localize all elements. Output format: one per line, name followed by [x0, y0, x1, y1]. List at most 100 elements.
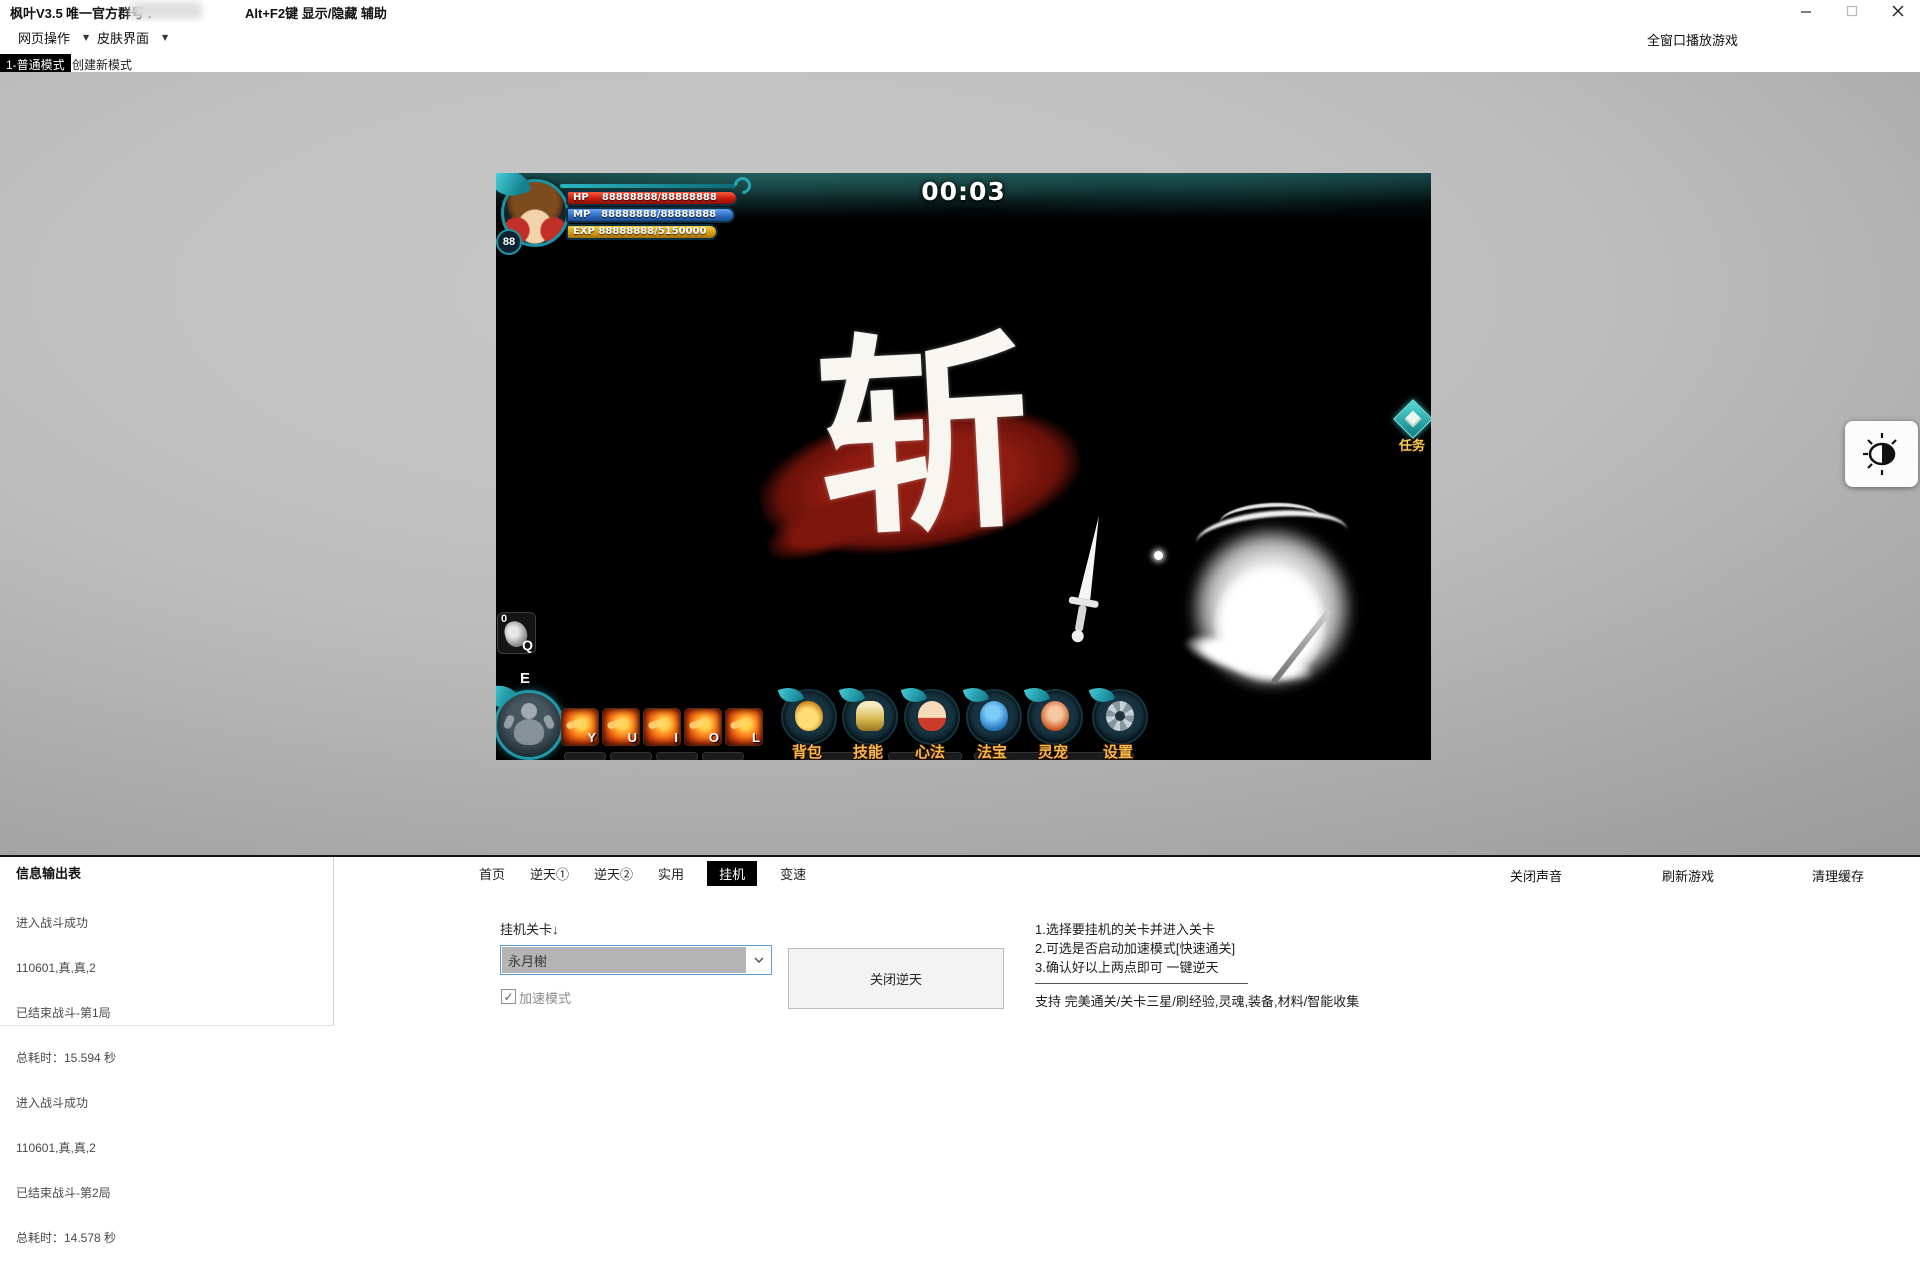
tab-utility[interactable]: 实用 — [656, 861, 686, 886]
skin-menu-button[interactable]: 皮肤界面 ▼ — [97, 28, 168, 47]
tab-speed[interactable]: 变速 — [778, 861, 808, 886]
bag-label: 背包 — [777, 741, 837, 760]
treasure-label: 法宝 — [962, 741, 1022, 760]
skillbook-icon — [856, 701, 884, 731]
mute-sound-button[interactable]: 关闭声音 — [1510, 866, 1562, 885]
minimize-icon — [1800, 5, 1812, 17]
treasure-gourd-icon — [980, 701, 1008, 731]
function-tab-bar: 首页 逆天① 逆天② 实用 挂机 变速 — [477, 861, 808, 885]
log-line: 进入战斗成功 — [16, 916, 116, 931]
bag-button[interactable] — [781, 689, 837, 745]
settings-label: 设置 — [1088, 741, 1148, 760]
brightness-widget[interactable] — [1845, 421, 1918, 487]
webpage-menu-label: 网页操作 — [18, 28, 70, 47]
player-level-badge: 88 — [496, 229, 522, 255]
log-title: 信息输出表 — [16, 863, 81, 882]
log-line: 总耗时：15.594 秒 — [16, 1051, 116, 1066]
close-icon — [1892, 5, 1904, 17]
log-lines: 进入战斗成功 110601,真,真,2 已结束战斗-第1局 总耗时：15.594… — [16, 886, 116, 1276]
slash-calligraphy-glyph: 斩 — [778, 318, 1069, 555]
exp-value: 88888888/5150000 — [595, 227, 710, 237]
stage-select-value: 永月榭 — [502, 947, 746, 973]
treasure-button[interactable] — [966, 689, 1022, 745]
skill-hotkey: O — [709, 730, 719, 745]
spark-dot — [1154, 551, 1163, 560]
titlebar: 枫叶V3.5 唯一官方群号 : Alt+F2键 显示/隐藏 辅助 — [0, 0, 1920, 22]
mode-tab-bar: 1-普通模式 创建新模式 — [0, 54, 1920, 72]
skill-button-4[interactable]: O — [684, 708, 722, 746]
hp-bar: HP 88888888/88888888 — [566, 190, 738, 206]
webpage-menu-button[interactable]: 网页操作 ▼ — [18, 28, 89, 47]
support-line: 支持 完美通关/关卡三星/刷经验,灵魂,装备,材料/智能收集 — [1035, 991, 1359, 1010]
menubar: 网页操作 ▼ 皮肤界面 ▼ 全窗口播放游戏 — [0, 22, 1920, 54]
close-button[interactable] — [1875, 0, 1920, 22]
game-viewport: 00:03 HP 88888888/88888888 MP 88888888/8… — [496, 173, 1431, 760]
speed-mode-label: 加速模式 — [519, 988, 571, 1007]
pet-ghost-body — [514, 719, 544, 745]
task-paper-icon — [1405, 411, 1422, 428]
pet-menu-button[interactable] — [1027, 689, 1083, 745]
stage-select[interactable]: 永月榭 — [500, 945, 772, 975]
skill-button-5[interactable]: L — [725, 708, 763, 746]
cooldown-strip — [610, 752, 652, 760]
hp-label: HP — [573, 193, 589, 203]
pet-label: 灵宠 — [1023, 741, 1083, 760]
instruction-line-2: 2.可选是否启动加速模式[快速通关] — [1035, 938, 1235, 957]
settings-button[interactable] — [1092, 689, 1148, 745]
skill-hotkey: U — [628, 730, 637, 745]
maximize-button[interactable] — [1829, 0, 1875, 22]
app-title: 枫叶V3.5 — [10, 3, 63, 22]
instruction-line-1: 1.选择要挂机的关卡并进入关卡 — [1035, 919, 1215, 938]
pet-summon-button[interactable] — [496, 690, 564, 760]
skill-button-1[interactable]: Y — [561, 708, 599, 746]
fullwindow-play-button[interactable]: 全窗口播放游戏 — [1647, 30, 1738, 49]
pet-hotkey: E — [520, 670, 530, 687]
skill-hotkey: I — [674, 730, 678, 745]
item-hotkey: Q — [522, 637, 533, 653]
heartlaw-button[interactable] — [904, 689, 960, 745]
item-count: 0 — [501, 613, 507, 625]
bottom-panel: 信息输出表 进入战斗成功 110601,真,真,2 已结束战斗-第1局 总耗时：… — [0, 855, 1920, 1042]
bag-icon — [795, 701, 823, 731]
tab-afk[interactable]: 挂机 — [707, 861, 757, 886]
pet-ghost-arm — [542, 714, 555, 730]
log-line: 110601,真,真,2 — [16, 961, 116, 976]
mp-bar: MP 88888888/88888888 — [566, 207, 735, 223]
pet-ghost-icon — [521, 703, 537, 719]
chevron-down-icon: ▼ — [83, 33, 89, 42]
gear-icon — [1106, 701, 1134, 731]
item-slot[interactable]: 0 Q — [497, 612, 536, 654]
skill-button-3[interactable]: I — [643, 708, 681, 746]
task-label: 任务 — [1394, 435, 1430, 454]
check-icon: ✓ — [503, 991, 513, 1003]
speed-mode-checkbox[interactable]: ✓ — [501, 989, 516, 1004]
hotkey-hint: Alt+F2键 显示/隐藏 辅助 — [245, 3, 387, 22]
cooldown-strip — [656, 752, 698, 760]
hp-value: 88888888/88888888 — [589, 193, 730, 203]
exp-label: EXP — [573, 227, 595, 237]
maximize-icon — [1846, 5, 1858, 17]
skill-hotkey: Y — [587, 730, 596, 745]
clear-cache-button[interactable]: 清理缓存 — [1812, 866, 1864, 885]
monkey-icon — [1041, 701, 1069, 731]
tab-nitian-2[interactable]: 逆天② — [592, 861, 635, 886]
tab-nitian-1[interactable]: 逆天① — [528, 861, 571, 886]
log-line: 已结束战斗-第1局 — [16, 1006, 116, 1021]
skills-menu-button[interactable] — [842, 689, 898, 745]
log-line: 已结束战斗-第2局 — [16, 1186, 116, 1201]
log-line: 进入战斗成功 — [16, 1096, 116, 1111]
cooldown-strip — [564, 752, 606, 760]
chevron-down-icon: ▼ — [162, 33, 168, 42]
skill-button-2[interactable]: U — [602, 708, 640, 746]
stage-select-label: 挂机关卡↓ — [500, 919, 559, 938]
stop-nitian-button[interactable]: 关闭逆天 — [788, 948, 1004, 1009]
minimize-button[interactable] — [1783, 0, 1829, 22]
heartlaw-label: 心法 — [900, 741, 960, 760]
log-line: 110601,真,真,2 — [16, 1141, 116, 1156]
hud-swoosh-decoration — [560, 184, 736, 188]
mp-value: 88888888/88888888 — [590, 210, 727, 220]
skill-hotkey: L — [752, 730, 760, 745]
task-icon[interactable] — [1393, 399, 1431, 439]
tab-home[interactable]: 首页 — [477, 861, 507, 886]
refresh-game-button[interactable]: 刷新游戏 — [1662, 866, 1714, 885]
